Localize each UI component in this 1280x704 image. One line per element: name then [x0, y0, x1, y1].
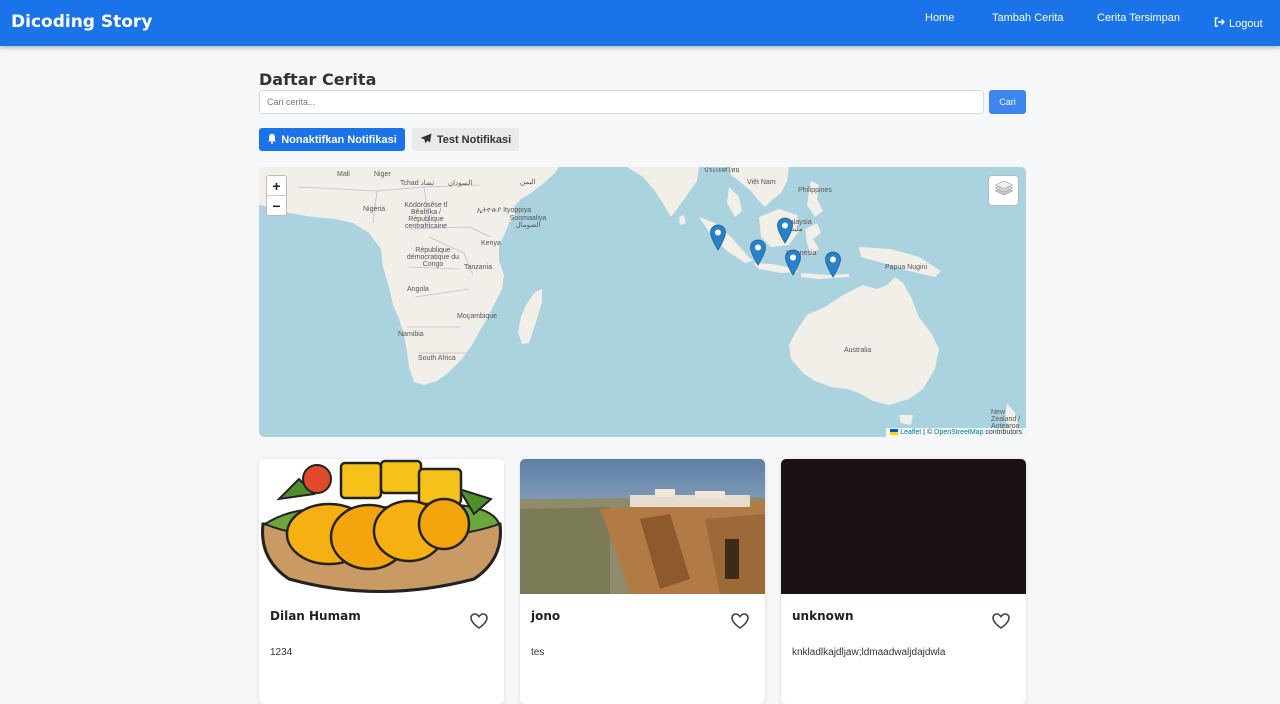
heart-icon[interactable]	[469, 611, 489, 631]
map-label-thailand: ประเทศไทย	[704, 167, 740, 174]
map-label-papua: Papua Nugini	[885, 264, 928, 271]
map-marker[interactable]	[749, 239, 767, 266]
nav-add-story[interactable]: Tambah Cerita	[992, 12, 1064, 24]
page-title: Daftar Cerita	[259, 70, 377, 89]
logout-button[interactable]: Logout	[1214, 17, 1263, 30]
story-description: tes	[531, 647, 545, 658]
map-label-nigeria: Nigeria	[363, 206, 386, 213]
attribution-separator: | ©	[921, 429, 935, 436]
story-image	[520, 459, 765, 594]
heart-icon[interactable]	[730, 611, 750, 631]
map-label-mozambique: Moçambique	[457, 313, 498, 320]
osm-link[interactable]: OpenStreetMap	[934, 429, 983, 436]
map-label-drc: République démocratique du Congo	[406, 247, 460, 268]
story-title: jono	[531, 609, 561, 623]
map-marker[interactable]	[824, 251, 842, 278]
logout-label: Logout	[1229, 17, 1263, 30]
story-image	[781, 459, 1026, 594]
attribution-contributors: contributors	[983, 429, 1022, 436]
map-label-car: Ködörösêse tî Bêafrîka / République cent…	[404, 202, 448, 230]
zoom-in-button[interactable]: +	[267, 176, 286, 196]
search-input[interactable]	[259, 90, 984, 114]
map-label-yemen: اليمن	[520, 179, 536, 186]
map-label-angola: Angola	[407, 286, 429, 293]
top-navbar: Dicoding Story Home Tambah Cerita Cerita…	[0, 0, 1280, 46]
disable-notifications-button[interactable]: Nonaktifkan Notifikasi	[259, 128, 405, 151]
story-card[interactable]: unknown knkladlkajdljaw;ldmaadwaljdajdwl…	[781, 459, 1026, 704]
map-marker[interactable]	[784, 249, 802, 276]
map-label-mali: Mali	[337, 171, 350, 178]
map-attribution: Leaflet | © OpenStreetMap contributors	[886, 428, 1026, 437]
app-brand[interactable]: Dicoding Story	[11, 12, 152, 32]
nav-home[interactable]: Home	[925, 12, 954, 24]
story-description: 1234	[270, 647, 293, 658]
map-label-somalia: Soomaaliya الصومال	[509, 215, 547, 229]
map-label-vietnam: Việt Nam	[747, 179, 776, 186]
map-label-niger: Niger	[374, 171, 391, 178]
zoom-out-button[interactable]: −	[267, 196, 286, 216]
bell-icon	[267, 133, 277, 147]
heart-icon[interactable]	[991, 611, 1011, 631]
story-title: Dilan Humam	[270, 609, 361, 623]
nav-saved-stories[interactable]: Cerita Tersimpan	[1097, 12, 1180, 24]
map-marker[interactable]	[776, 217, 794, 244]
story-description: knkladlkajdljaw;ldmaadwaljdajdwla	[792, 647, 946, 658]
story-title: unknown	[792, 609, 854, 623]
map-label-sudan: السودان	[448, 180, 473, 187]
map-label-new-zealand: New Zealand / Aotearoa	[991, 409, 1021, 430]
map-label-ethiopia: ኢትዮጵያ Ityoppiya	[477, 207, 532, 214]
search-button[interactable]: Cari	[989, 90, 1026, 114]
layers-icon	[994, 179, 1014, 202]
map-label-kenya: Kenya	[481, 240, 501, 247]
map-label-tanzania: Tanzania	[464, 264, 493, 271]
map-label-south-africa: South Africa	[418, 355, 456, 362]
layers-button[interactable]	[988, 175, 1019, 206]
ukraine-flag-icon	[890, 429, 899, 436]
story-card[interactable]: Dilan Humam 1234	[259, 459, 504, 704]
story-map[interactable]: Mali Niger Tchad تشاد السودان اليمن Nige…	[259, 167, 1026, 437]
map-label-namibia: Namibia	[398, 331, 424, 338]
map-label-tchad: Tchad تشاد	[400, 180, 435, 187]
map-zoom-control: + −	[266, 175, 287, 216]
test-notification-button[interactable]: Test Notifikasi	[412, 128, 519, 151]
paper-plane-icon	[420, 133, 432, 147]
logout-icon	[1214, 17, 1225, 30]
map-label-australia: Australia	[844, 347, 872, 354]
map-label-philippines: Philippines	[798, 187, 832, 194]
map-marker[interactable]	[709, 224, 727, 251]
test-notification-label: Test Notifikasi	[436, 133, 512, 146]
story-image	[259, 459, 504, 594]
disable-notifications-label: Nonaktifkan Notifikasi	[281, 133, 397, 146]
leaflet-link[interactable]: Leaflet	[900, 429, 921, 436]
story-card[interactable]: jono tes	[520, 459, 765, 704]
